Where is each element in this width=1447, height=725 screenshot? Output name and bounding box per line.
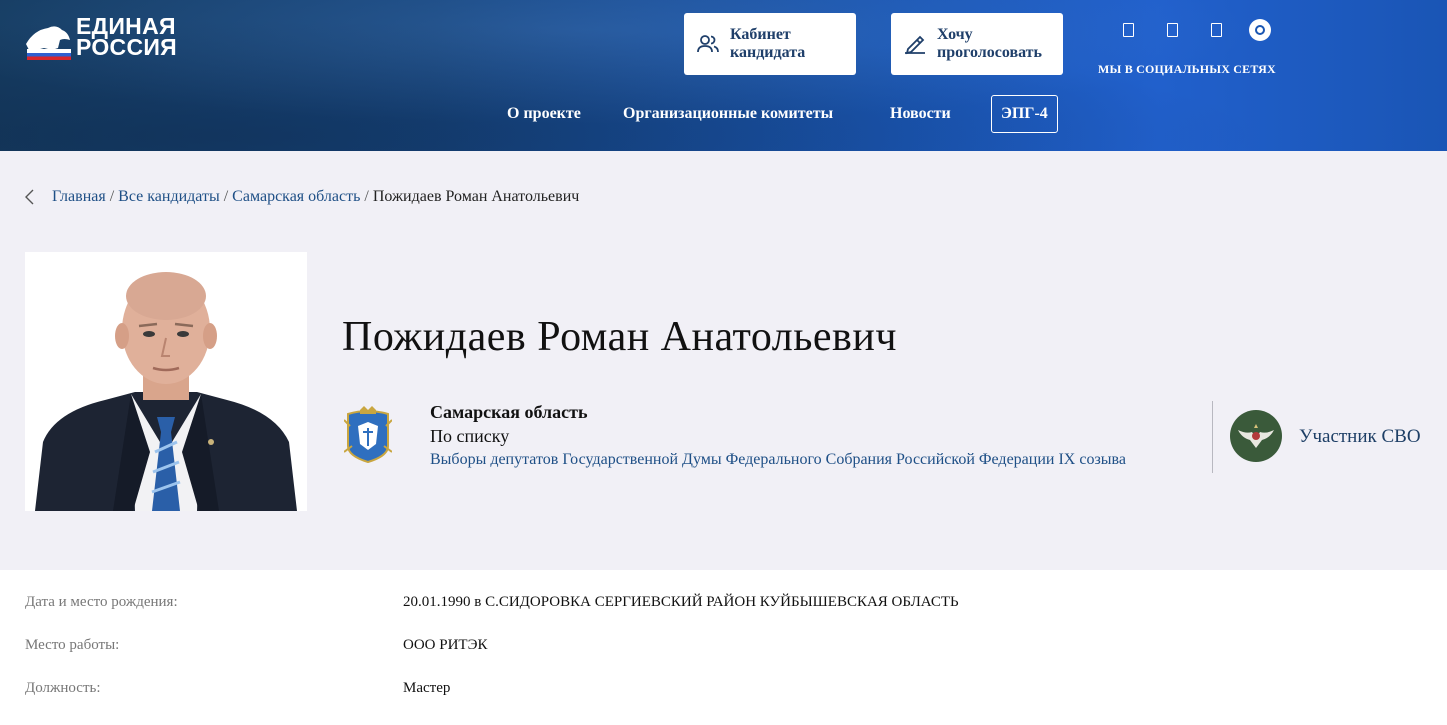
candidate-photo [25,252,307,511]
detail-row-workplace: Место работы: ООО РИТЭК [0,637,1447,667]
nav-epg-4[interactable]: ЭПГ-4 [991,95,1058,133]
candidate-cabinet-button[interactable]: Кабинет кандидата [684,13,856,75]
detail-row-birth: Дата и место рождения: 20.01.1990 в С.СИ… [0,594,1447,624]
samara-coat-of-arms-icon [343,406,393,464]
bear-logo-icon [26,26,71,60]
breadcrumb-current: Пожидаев Роман Анатольевич [372,188,580,205]
list-type: По списку [430,426,510,446]
logo-line-2: РОССИЯ [76,34,178,60]
want-to-vote-label: Хочу проголосовать [937,26,1042,61]
breadcrumb: Главная / Все кандидаты / Самарская обла… [24,186,579,208]
nav-news[interactable]: Новости [890,95,951,133]
svo-emblem-icon [1230,410,1282,462]
svo-participant-badge: Участник СВО [1299,426,1421,447]
vertical-divider [1212,401,1213,473]
max-icon[interactable] [1248,18,1272,42]
breadcrumb-all-candidates[interactable]: Все кандидаты [118,188,220,206]
election-link[interactable]: Выборы депутатов Государственной Думы Фе… [430,451,1126,469]
social-label: МЫ В СОЦИАЛЬНЫХ СЕТЯХ [1098,62,1276,76]
detail-value: Мастер [403,680,451,696]
candidate-name: Пожидаев Роман Анатольевич [342,314,897,360]
detail-value: 20.01.1990 в С.СИДОРОВКА СЕРГИЕВСКИЙ РАЙ… [403,594,959,610]
detail-label: Должность: [25,680,101,696]
region-name: Самарская область [430,402,588,422]
want-to-vote-button[interactable]: Хочу проголосовать [891,13,1063,75]
breadcrumb-separator: / [364,188,369,205]
candidate-details: Дата и место рождения: 20.01.1990 в С.СИ… [0,570,1447,725]
chevron-left-icon[interactable] [24,186,46,208]
breadcrumb-separator: / [223,188,229,205]
site-header: ЕДИНАЯ РОССИЯ Кабинет кандидата Хочу про… [0,0,1447,151]
detail-label: Дата и место рождения: [25,594,178,610]
breadcrumb-home[interactable]: Главная [52,188,106,206]
nav-org-committees[interactable]: Организационные комитеты [623,95,833,133]
united-russia-logo[interactable]: ЕДИНАЯ РОССИЯ [24,14,177,60]
nav-about[interactable]: О проекте [507,95,581,133]
breadcrumb-region[interactable]: Самарская область [232,188,360,206]
detail-row-position: Должность: Мастер [0,680,1447,710]
telegram-icon[interactable] [1204,18,1228,42]
detail-value: ООО РИТЭК [403,637,488,653]
vk-icon[interactable] [1116,18,1140,42]
social-links: МЫ В СОЦИАЛЬНЫХ СЕТЯХ [1098,18,1298,76]
breadcrumb-separator: / [109,188,115,205]
candidate-cabinet-label: Кабинет кандидата [730,26,806,61]
ok-icon[interactable] [1160,18,1184,42]
detail-label: Место работы: [25,637,120,653]
ballot-pen-icon [901,30,929,58]
users-icon [694,30,722,58]
